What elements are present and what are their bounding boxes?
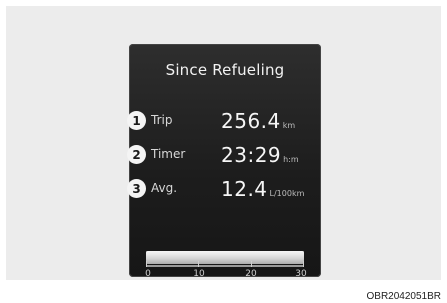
gauge-tick-label-20: 20 <box>245 269 257 279</box>
gauge-bar <box>146 251 304 264</box>
trip-value-number: 256.4 <box>221 109 281 133</box>
trip-label: Trip <box>151 113 173 127</box>
trip-value: 256.4 km <box>221 109 295 133</box>
callout-3-icon: 3 <box>127 179 146 198</box>
gauge-tick-label-10: 10 <box>193 269 205 279</box>
timer-value-number: 23:29 <box>221 143 282 167</box>
gauge-tick-0 <box>146 261 147 267</box>
callout-1-icon: 1 <box>127 111 146 130</box>
timer-value: 23:29 h:m <box>221 143 299 167</box>
average-value: 12.4 L/100km <box>221 177 304 201</box>
trip-unit: km <box>282 121 296 130</box>
cluster-display: Since Refueling 1 Trip 256.4 km 2 Timer 2… <box>127 44 321 279</box>
callout-2-icon: 2 <box>127 145 146 164</box>
trip-row: 1 Trip 256.4 km <box>127 109 321 134</box>
display-title: Since Refueling <box>165 61 285 79</box>
gauge-tick-20 <box>251 261 252 267</box>
gauge-baseline <box>146 265 304 267</box>
gauge-tick-label-0: 0 <box>145 269 151 279</box>
gauge-tick-10 <box>198 261 199 267</box>
gauge-fill <box>146 251 304 264</box>
average-value-number: 12.4 <box>221 177 268 201</box>
timer-label: Timer <box>151 147 186 161</box>
figure-code: OBR2042051BR <box>366 291 442 302</box>
fuel-economy-gauge <box>146 251 304 271</box>
average-label: Avg. <box>151 181 178 195</box>
gauge-tick-30 <box>303 261 304 267</box>
average-row: 3 Avg. 12.4 L/100km <box>127 177 321 202</box>
timer-unit: h:m <box>283 155 299 164</box>
timer-row: 2 Timer 23:29 h:m <box>127 143 321 168</box>
gauge-tick-label-30: 30 <box>295 269 307 279</box>
average-unit: L/100km <box>269 189 305 198</box>
